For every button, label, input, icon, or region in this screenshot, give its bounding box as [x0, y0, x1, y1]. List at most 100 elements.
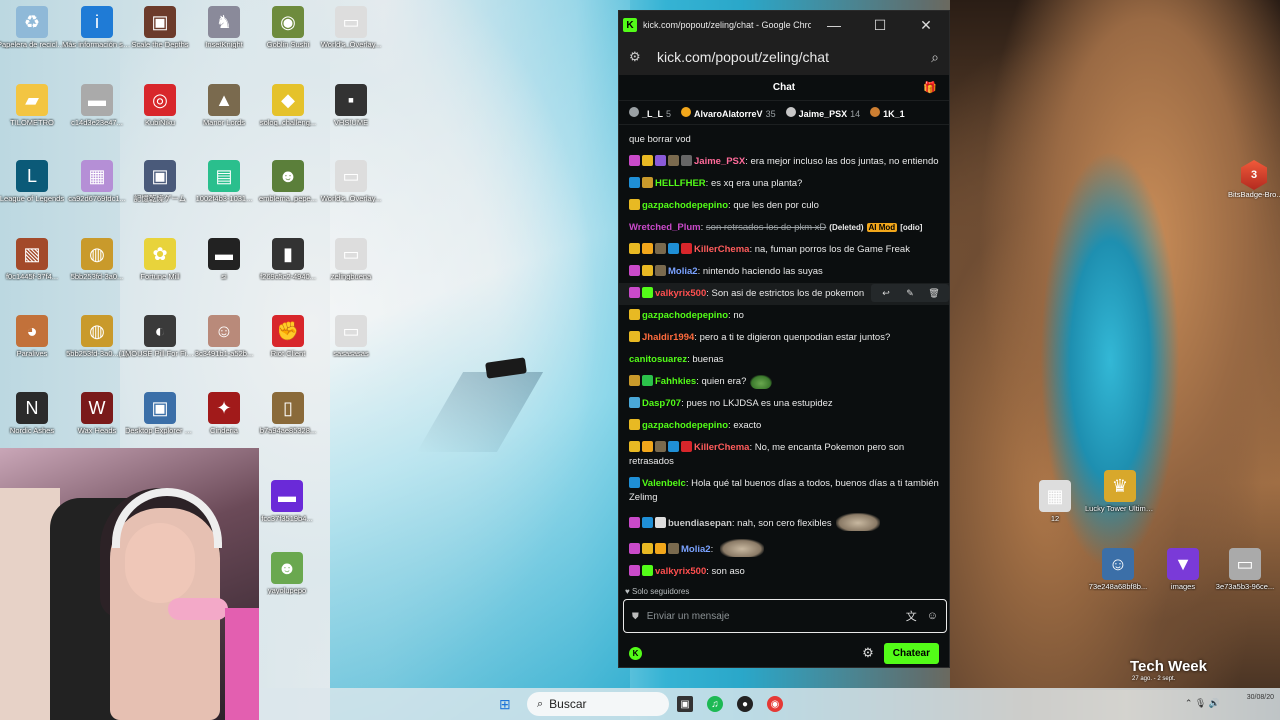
badge-icon[interactable]: [668, 155, 679, 166]
chat-message-list[interactable]: que borrar vod Jaime_PSX: era mejor inclu…: [619, 129, 949, 581]
chat-username[interactable]: Jhaldir1994: [642, 332, 694, 343]
desktop-icon[interactable]: ▭ World's_Overlay...: [316, 160, 386, 203]
desktop-icon[interactable]: ▭ sasasasas: [316, 315, 386, 358]
chat-username[interactable]: HELLFHER: [655, 178, 706, 189]
chat-username[interactable]: gazpachodepepino: [642, 420, 728, 431]
clock[interactable]: 30/08/20: [1247, 692, 1274, 703]
badge-icon[interactable]: [642, 243, 653, 254]
desktop-icon[interactable]: ✊ Riot Client: [253, 315, 323, 358]
badge-icon[interactable]: [655, 265, 666, 276]
badge-icon[interactable]: [629, 243, 640, 254]
desktop-icon[interactable]: ♛ Lucky Tower Ultimate: [1085, 470, 1155, 513]
chat-username[interactable]: gazpachodepepino: [642, 200, 728, 211]
chat-message[interactable]: canitosuarez: buenas: [629, 349, 939, 371]
chat-message[interactable]: Jhaldir1994: pero a ti te digieron quenp…: [629, 327, 939, 349]
chat-message[interactable]: KillerChema: na, fuman porros los de Gam…: [629, 239, 939, 261]
desktop-icon[interactable]: ▧ f0c1445f-37f4...: [0, 238, 67, 281]
chat-username[interactable]: Valenbelc: [642, 478, 686, 489]
maximize-button[interactable]: ☐: [857, 11, 903, 39]
desktop-icon[interactable]: ◐ MOUSE Pill For Filter: [125, 315, 195, 358]
badge-icon[interactable]: [629, 517, 640, 528]
badge-icon[interactable]: [629, 199, 640, 210]
url-text[interactable]: kick.com/popout/zeling/chat: [657, 49, 931, 65]
chat-message[interactable]: gazpachodepepino: exacto: [629, 415, 939, 437]
desktop-icon[interactable]: ▣ Desktop Explorer Demo: [125, 392, 195, 435]
kick-logo-icon[interactable]: K: [629, 646, 642, 660]
desktop-icon[interactable]: ▮ f269c5c2-4940...: [253, 238, 323, 281]
leaderboard-entry[interactable]: Jaime_PSX 14: [785, 106, 860, 119]
desktop-icon[interactable]: W Wax Heads: [62, 392, 132, 435]
desktop-icon[interactable]: ▰ TILOMETRO: [0, 84, 67, 127]
chat-username[interactable]: canitosuarez: [629, 354, 687, 365]
chat-message[interactable]: Wretched_Plum: son retrsados los de pkm …: [629, 217, 939, 239]
badge-icon[interactable]: [629, 543, 640, 554]
badge-icon[interactable]: [629, 155, 640, 166]
chat-message[interactable]: buendiasepan: nah, son cero flexibles: [629, 509, 939, 535]
desktop-icon[interactable]: ▼ images: [1148, 548, 1218, 591]
chat-message[interactable]: Molia2: nintendo haciendo las suyas: [629, 261, 939, 283]
badge-icon[interactable]: [642, 543, 653, 554]
chat-username[interactable]: Molia2: [681, 544, 711, 555]
badge-icon[interactable]: [629, 441, 640, 452]
system-tray[interactable]: ⌃ 🎙 🔊: [1185, 698, 1220, 709]
desktop-icon[interactable]: ☻ emblema_pepe...: [253, 160, 323, 203]
chat-message[interactable]: valkyrix500: son aso: [629, 561, 939, 581]
spotify-icon[interactable]: ♫: [707, 696, 723, 712]
desktop-icon[interactable]: ◎ KubiNiku: [125, 84, 195, 127]
chat-message[interactable]: HELLFHER: es xq era una planta?: [629, 173, 939, 195]
desktop-icon[interactable]: ☻ yayolupepo: [252, 552, 322, 595]
chat-input[interactable]: [646, 610, 896, 622]
desktop-icon[interactable]: ✦ Cinderia: [189, 392, 259, 435]
chat-username[interactable]: gazpachodepepino: [642, 310, 728, 321]
desktop-icon[interactable]: ☺ 3c3491b1-a52b...: [189, 315, 259, 358]
desktop-icon[interactable]: ▤ 1002f4b3-1031...: [189, 160, 259, 203]
delete-icon[interactable]: 🗑: [923, 286, 945, 300]
site-settings-icon[interactable]: ⚙: [629, 49, 647, 65]
desktop-icon[interactable]: ◍ 5bb253fd-3a0...: [62, 238, 132, 281]
desktop-icon[interactable]: ▭ World's_Overlay...: [316, 6, 386, 49]
settings-gear-icon[interactable]: ⚙: [862, 645, 874, 661]
chat-username[interactable]: valkyrix500: [655, 566, 706, 577]
chat-message[interactable]: Jaime_PSX: era mejor incluso las dos jun…: [629, 151, 939, 173]
desktop-icon[interactable]: ▬ fcc37f3519b4...: [252, 480, 322, 523]
badge-icon[interactable]: [655, 155, 666, 166]
desktop-icon[interactable]: ▬ si: [189, 238, 259, 281]
desktop-icon[interactable]: ▭ zelingbuena: [316, 238, 386, 281]
chat-message[interactable]: valkyrix500: Son asi de estrictos los de…: [619, 283, 949, 305]
chat-message[interactable]: KillerChema: No, me encanta Pokemon pero…: [629, 437, 939, 473]
badge-icon[interactable]: [642, 565, 653, 576]
close-button[interactable]: ✕: [903, 11, 949, 39]
desktop-icon[interactable]: ▯ b7a94ae85328...: [253, 392, 323, 435]
badge-icon[interactable]: [629, 419, 640, 430]
chrome-icon[interactable]: ◉: [767, 696, 783, 712]
desktop-icon[interactable]: L League of Legends: [0, 160, 67, 203]
badge-icon[interactable]: [642, 375, 653, 386]
desktop-icon[interactable]: ☺ 73e248a68bf8b...: [1083, 548, 1153, 591]
chat-username[interactable]: Jaime_PSX: [694, 156, 745, 167]
desktop-icon[interactable]: ▭ 3e73a5b3-96ce...: [1210, 548, 1280, 591]
desktop-icon[interactable]: ◕ Paralives: [0, 315, 67, 358]
minimize-button[interactable]: —: [811, 11, 857, 39]
badge-icon[interactable]: [655, 441, 666, 452]
chat-username[interactable]: valkyrix500: [655, 288, 706, 299]
obs-icon[interactable]: ●: [737, 696, 753, 712]
badge-icon[interactable]: [629, 177, 640, 188]
chat-message[interactable]: Fahhkies: quien era?: [629, 371, 939, 393]
desktop-icon[interactable]: ▪ VHS!UME: [316, 84, 386, 127]
badge-icon[interactable]: [655, 243, 666, 254]
badge-icon[interactable]: [655, 543, 666, 554]
badge-icon[interactable]: [629, 375, 640, 386]
desktop-icon[interactable]: ▦ 12: [1020, 480, 1090, 523]
chat-message[interactable]: Dasp707: pues no LKJDSA es una estupidez: [629, 393, 939, 415]
badge-icon[interactable]: [629, 309, 640, 320]
desktop-icon[interactable]: N Nordic Ashes: [0, 392, 67, 435]
badge-icon[interactable]: [668, 543, 679, 554]
badge-icon[interactable]: [629, 565, 640, 576]
desktop-icon-bitsbadge[interactable]: 3 BitsBadge-Bro...: [1228, 160, 1280, 199]
translate-icon[interactable]: 文: [906, 608, 917, 624]
badge-icon[interactable]: [629, 265, 640, 276]
gift-icon[interactable]: 🎁: [923, 81, 937, 94]
chat-username[interactable]: Fahhkies: [655, 376, 696, 387]
desktop-icon[interactable]: ◆ soloq_challeng...: [253, 84, 323, 127]
task-view-icon[interactable]: ▣: [677, 696, 693, 712]
